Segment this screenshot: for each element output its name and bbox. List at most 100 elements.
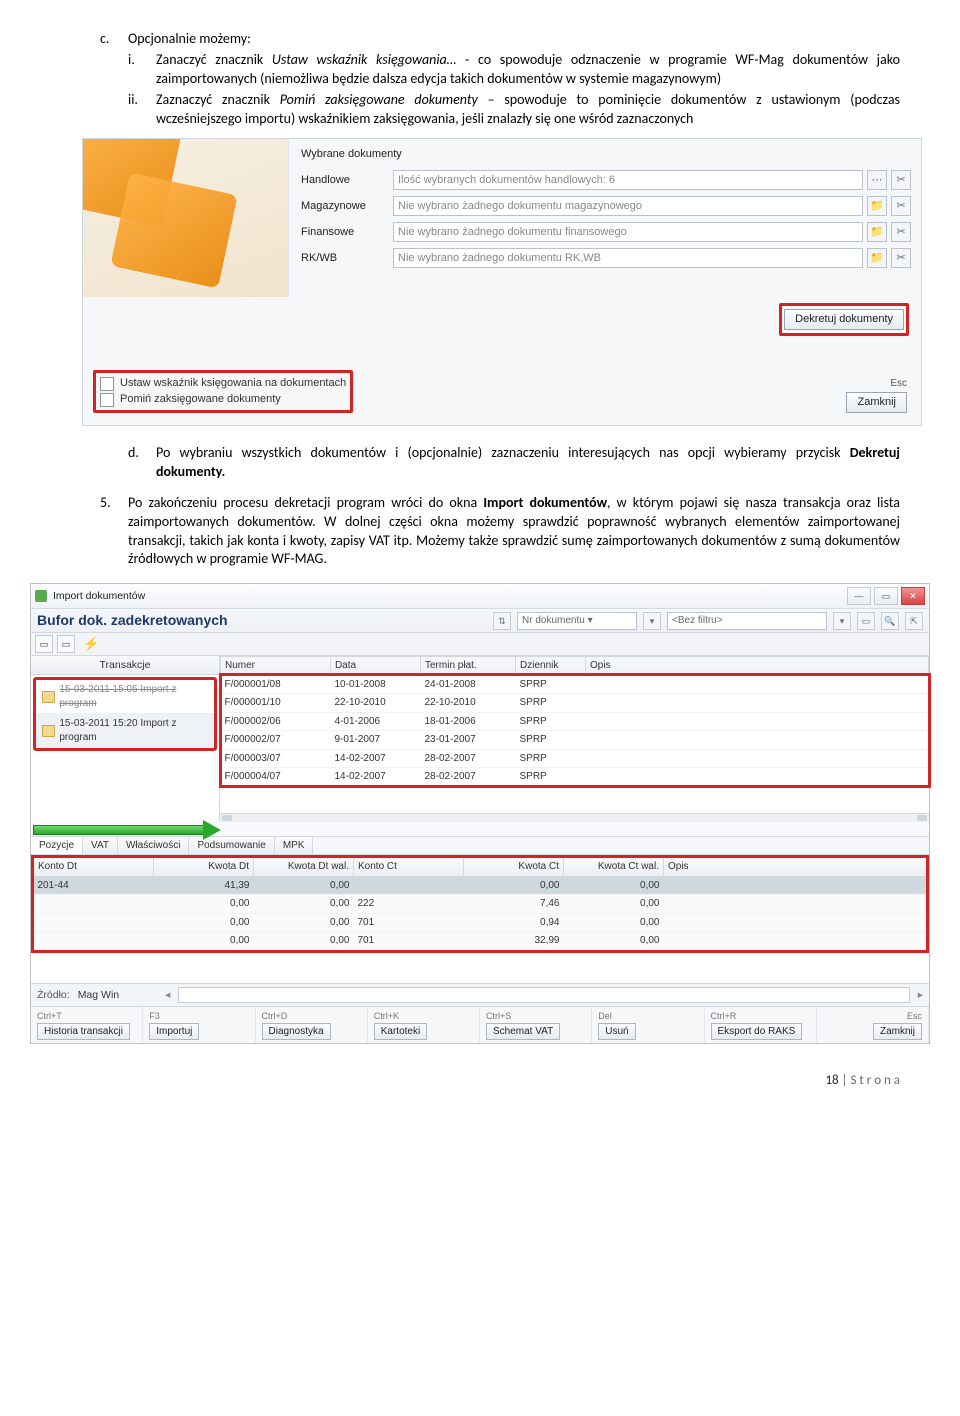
export-icon[interactable]: ⇱ xyxy=(905,612,923,630)
horizontal-scrollbar[interactable] xyxy=(220,813,929,822)
list-text: Opcjonalnie możemy: xyxy=(128,30,251,49)
table-row: F/000004/0714-02-200728-02-2007SPRP xyxy=(221,768,929,787)
folder-icon[interactable]: ▭ xyxy=(857,612,875,630)
window-title: Import dokumentów xyxy=(53,589,844,603)
btn-historia[interactable]: Historia transakcji xyxy=(37,1023,130,1041)
btn-schemat-vat[interactable]: Schemat VAT xyxy=(486,1023,560,1041)
shortcut-hint: Esc xyxy=(846,377,907,391)
highlight-grid-rows: F/000001/0810-01-200824-01-2008SPRP F/00… xyxy=(221,675,929,786)
documents-grid: Numer Data Termin płat. Dziennik Opis F/… xyxy=(220,656,929,822)
list-item-d: d. Po wybraniu wszystkich dokumentów i (… xyxy=(128,444,900,482)
grid-header-row: Numer Data Termin płat. Dziennik Opis xyxy=(221,657,929,676)
highlight-transactions: 15-03-2011 15:05 Import z program 15-03-… xyxy=(33,677,217,751)
decorative-hex-graphic xyxy=(83,139,289,297)
positions-grid: Konto Dt Kwota Dt Kwota Dt wal. Konto Ct… xyxy=(33,857,927,951)
sort-field[interactable]: Nr dokumentu ▾ xyxy=(517,612,637,630)
list-text: Po zakończeniu procesu dekretacji progra… xyxy=(128,494,900,570)
tab-mpk[interactable]: MPK xyxy=(275,837,314,855)
list-item-ii: ii. Zaznaczyć znacznik Pomiń zaksięgowan… xyxy=(128,91,900,129)
transactions-header: Transakcje xyxy=(31,656,219,675)
tool-icon[interactable]: ▭ xyxy=(57,635,75,653)
checkbox-pomin[interactable]: Pomiń zaksięgowane dokumenty xyxy=(100,392,346,407)
row-handlowe: Handlowe Ilość wybranych dokumentów hand… xyxy=(301,170,911,190)
folder-icon[interactable]: 📁 xyxy=(867,248,887,268)
scissors-icon[interactable]: ✂ xyxy=(891,170,911,190)
table-row: F/000003/0714-02-200728-02-2007SPRP xyxy=(221,749,929,768)
status-scrollbar[interactable] xyxy=(178,987,909,1003)
table-row: F/000001/0810-01-200824-01-2008SPRP xyxy=(221,675,929,694)
screenshot-import-dokumentow: Import dokumentów — ▭ ✕ Bufor dok. zadek… xyxy=(30,583,930,1044)
list-label: i. xyxy=(128,51,156,89)
list-item-c: c. Opcjonalnie możemy: xyxy=(100,30,900,49)
page-footer: 18 | S t r o n a xyxy=(100,1072,900,1090)
bufor-label: Bufor dok. zadekretowanych xyxy=(37,611,228,630)
list-item-5: 5. Po zakończeniu procesu dekretacji pro… xyxy=(100,494,900,570)
row-magazynowe: Magazynowe Nie wybrano żadnego dokumentu… xyxy=(301,196,911,216)
filter-field[interactable]: <Bez filtru> xyxy=(667,612,827,630)
input-finansowe[interactable]: Nie wybrano żadnego dokumentu finansoweg… xyxy=(393,222,863,242)
row-rkwb: RK/WB Nie wybrano żadnego dokumentu RK,W… xyxy=(301,248,911,268)
transactions-panel: Transakcje 15-03-2011 15:05 Import z pro… xyxy=(31,656,220,822)
tab-vat[interactable]: VAT xyxy=(83,837,118,855)
green-arrow-annotation xyxy=(31,822,929,836)
toolbar: Bufor dok. zadekretowanych ⇅ Nr dokument… xyxy=(31,609,929,633)
list-item-i: i. Zanaczyć znacznik Ustaw wskaźnik księ… xyxy=(128,51,900,89)
minimize-button[interactable]: — xyxy=(847,587,871,605)
toolbar-secondary: ▭ ▭ ⚡ xyxy=(31,633,929,656)
table-row: 0,000,007010,940,00 xyxy=(34,913,927,932)
folder-icon[interactable]: 📁 xyxy=(867,222,887,242)
sort-icon[interactable]: ⇅ xyxy=(493,612,511,630)
detail-tabs: Pozycje VAT Właściwości Podsumowanie MPK xyxy=(31,836,929,856)
btn-eksport-raks[interactable]: Eksport do RAKS xyxy=(711,1023,803,1041)
list-label: ii. xyxy=(128,91,156,129)
close-window-button[interactable]: ✕ xyxy=(901,587,925,605)
checkbox-ustaw-wskaznik[interactable]: Ustaw wskaźnik księgowania na dokumentac… xyxy=(100,376,346,391)
btn-diagnostyka[interactable]: Diagnostyka xyxy=(262,1023,331,1041)
row-finansowe: Finansowe Nie wybrano żadnego dokumentu … xyxy=(301,222,911,242)
browse-icon[interactable]: ⋯ xyxy=(867,170,887,190)
input-magazynowe[interactable]: Nie wybrano żadnego dokumentu magazynowe… xyxy=(393,196,863,216)
status-bar: Źródło: Mag Win ◂ ▸ xyxy=(31,983,929,1006)
app-icon xyxy=(35,590,47,602)
form-heading: Wybrane dokumenty xyxy=(301,147,911,162)
close-button[interactable]: Zamknij xyxy=(846,392,907,413)
input-handlowe[interactable]: Ilość wybranych dokumentów handlowych: 6 xyxy=(393,170,863,190)
dekretuj-button[interactable]: Dekretuj dokumenty xyxy=(784,309,904,330)
table-row: F/000001/1022-10-201022-10-2010SPRP xyxy=(221,694,929,713)
list-label: 5. xyxy=(100,494,128,570)
maximize-button[interactable]: ▭ xyxy=(874,587,898,605)
source-value: Mag Win xyxy=(78,988,119,1002)
highlight-dekretuj: Dekretuj dokumenty xyxy=(779,303,909,336)
list-text: Zaznaczyć znacznik Pomiń zaksięgowane do… xyxy=(156,91,900,129)
screenshot-wybrane-dokumenty: Wybrane dokumenty Handlowe Ilość wybrany… xyxy=(82,138,922,426)
list-text: Zanaczyć znacznik Ustaw wskaźnik księgow… xyxy=(156,51,900,89)
tool-icon[interactable]: ▭ xyxy=(35,635,53,653)
scissors-icon[interactable]: ✂ xyxy=(891,196,911,216)
list-text: Po wybraniu wszystkich dokumentów i (opc… xyxy=(156,444,900,482)
table-row: 201-4441,390,000,000,00 xyxy=(34,876,927,895)
list-label: d. xyxy=(128,444,156,482)
table-row: F/000002/079-01-200723-01-2007SPRP xyxy=(221,731,929,750)
window-titlebar: Import dokumentów — ▭ ✕ xyxy=(31,584,929,609)
search-icon[interactable]: 🔍 xyxy=(881,612,899,630)
highlight-checkboxes: Ustaw wskaźnik księgowania na dokumentac… xyxy=(93,370,353,413)
table-row: F/000002/064-01-200618-01-2006SPRP xyxy=(221,712,929,731)
btn-importuj[interactable]: Importuj xyxy=(149,1023,199,1041)
bolt-icon[interactable]: ⚡ xyxy=(83,635,99,653)
folder-icon[interactable]: 📁 xyxy=(867,196,887,216)
btn-usun[interactable]: Usuń xyxy=(598,1023,635,1041)
scissors-icon[interactable]: ✂ xyxy=(891,222,911,242)
btn-zamknij[interactable]: Zamknij xyxy=(873,1023,922,1041)
tab-pozycje[interactable]: Pozycje xyxy=(31,837,83,855)
transaction-row-prev[interactable]: 15-03-2011 15:05 Import z program xyxy=(36,680,214,714)
list-label: c. xyxy=(100,30,128,49)
shortcut-bar: Ctrl+THistoria transakcji F3Importuj Ctr… xyxy=(31,1006,929,1044)
filter-icon[interactable]: ▾ xyxy=(643,612,661,630)
tab-wlasciwosci[interactable]: Właściwości xyxy=(118,837,189,855)
btn-kartoteki[interactable]: Kartoteki xyxy=(374,1023,427,1041)
transaction-row-selected[interactable]: 15-03-2011 15:20 Import z program xyxy=(36,714,214,748)
scissors-icon[interactable]: ✂ xyxy=(891,248,911,268)
filter-dropdown-icon[interactable]: ▾ xyxy=(833,612,851,630)
input-rkwb[interactable]: Nie wybrano żadnego dokumentu RK,WB xyxy=(393,248,863,268)
table-row: 0,000,002227,460,00 xyxy=(34,895,927,914)
